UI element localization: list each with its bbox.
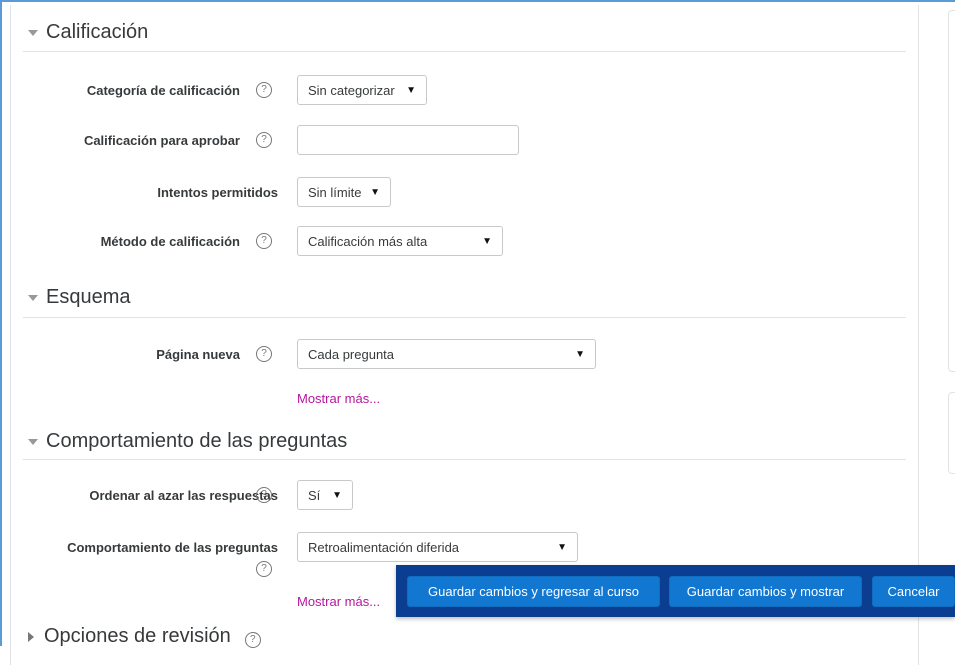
select-value: Cada pregunta (308, 346, 395, 362)
save-and-return-button[interactable]: Guardar cambios y regresar al curso (407, 576, 660, 607)
expand-icon (28, 631, 34, 642)
collapse-icon (28, 29, 38, 36)
field-label-categoria: Categoría de calificación (86, 83, 240, 98)
field-label-pagina: Página nueva (156, 347, 240, 362)
section-header-comportamiento[interactable]: Comportamiento de las preguntas (28, 430, 347, 453)
help-icon[interactable]: ? (244, 631, 261, 648)
collapse-icon (28, 438, 38, 445)
dropdown-arrow-icon: ▼ (482, 235, 492, 247)
dropdown-arrow-icon: ▼ (370, 186, 380, 198)
azar-select[interactable]: Sí ▼ (297, 480, 353, 510)
window-top-edge (0, 0, 955, 2)
side-block (948, 10, 955, 372)
window-left-edge (0, 0, 2, 646)
help-icon[interactable]: ? (256, 82, 272, 98)
side-block (948, 392, 955, 474)
show-more-link[interactable]: Mostrar más... (297, 391, 380, 406)
field-label-comportamiento: Comportamiento de las preguntas (67, 540, 278, 555)
dropdown-arrow-icon: ▼ (575, 348, 585, 360)
section-title: Calificación (46, 21, 149, 43)
select-value: Sin categorizar (308, 82, 395, 98)
field-label-aprobar: Calificación para aprobar (83, 133, 240, 148)
section-header-revision[interactable]: Opciones de revisión ? (28, 625, 261, 648)
section-header-esquema[interactable]: Esquema (28, 286, 131, 309)
aprobar-input[interactable] (297, 125, 519, 155)
section-divider (23, 317, 906, 318)
dropdown-arrow-icon: ▼ (332, 489, 342, 501)
collapse-icon (28, 294, 38, 301)
dropdown-arrow-icon: ▼ (406, 84, 416, 96)
metodo-select[interactable]: Calificación más alta ▼ (297, 226, 503, 256)
intentos-select[interactable]: Sin límite ▼ (297, 177, 391, 207)
show-more-link[interactable]: Mostrar más... (297, 594, 380, 609)
select-value: Calificación más alta (308, 233, 428, 249)
help-icon[interactable]: ? (256, 487, 272, 503)
field-label-azar: Ordenar al azar las respuestas (89, 488, 278, 503)
field-label-metodo: Método de calificación (100, 234, 240, 249)
comportamiento-select[interactable]: Retroalimentación diferida ▼ (297, 532, 578, 562)
section-divider (23, 459, 906, 460)
select-value: Sí (308, 487, 321, 503)
section-divider (23, 51, 906, 52)
categoria-select[interactable]: Sin categorizar ▼ (297, 75, 427, 105)
sticky-button-bar: Guardar cambios y regresar al curso Guar… (396, 565, 955, 617)
save-and-show-button[interactable]: Guardar cambios y mostrar (669, 576, 862, 607)
help-icon[interactable]: ? (256, 346, 272, 362)
help-icon[interactable]: ? (256, 233, 272, 249)
section-title: Comportamiento de las preguntas (46, 430, 348, 452)
section-title: Opciones de revisión (44, 625, 231, 647)
help-icon[interactable]: ? (256, 132, 272, 148)
field-label-intentos: Intentos permitidos (157, 185, 278, 200)
select-value: Sin límite (308, 184, 362, 200)
section-header-calificacion[interactable]: Calificación (28, 21, 148, 44)
section-title: Esquema (46, 286, 131, 308)
dropdown-arrow-icon: ▼ (557, 541, 567, 553)
help-icon[interactable]: ? (256, 561, 272, 577)
select-value: Retroalimentación diferida (308, 539, 460, 555)
pagina-select[interactable]: Cada pregunta ▼ (297, 339, 596, 369)
cancel-button[interactable]: Cancelar (872, 576, 955, 607)
